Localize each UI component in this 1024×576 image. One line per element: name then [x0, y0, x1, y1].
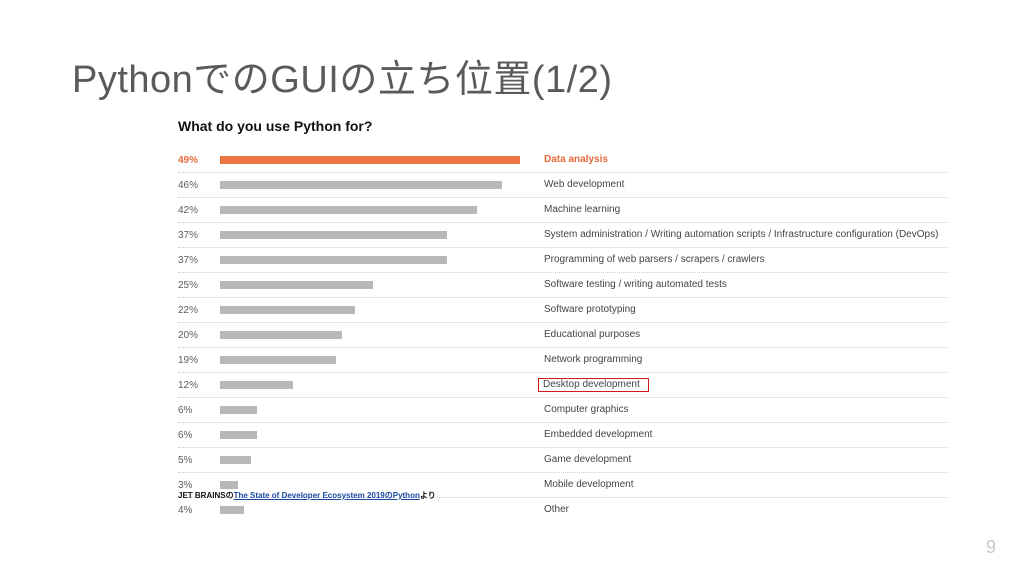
page-number: 9	[986, 537, 996, 558]
chart-row-percent: 12%	[178, 380, 220, 391]
chart-bar	[220, 156, 520, 164]
chart-row: 49% Data analysis	[178, 148, 948, 173]
chart-row-percent: 46%	[178, 180, 220, 191]
chart-row: 22% Software prototyping	[178, 298, 948, 323]
chart-row-percent: 6%	[178, 405, 220, 416]
chart-row-percent: 37%	[178, 230, 220, 241]
chart-row-label: Programming of web parsers / scrapers / …	[542, 253, 767, 267]
chart-bar	[220, 331, 342, 339]
chart-bar	[220, 431, 257, 439]
chart-bar-track	[220, 206, 520, 214]
chart-block: What do you use Python for? 49% Data anal…	[178, 118, 948, 522]
chart-bar	[220, 481, 238, 489]
chart-bar-track	[220, 181, 520, 189]
chart-row-percent: 5%	[178, 455, 220, 466]
chart-bar-track	[220, 481, 520, 489]
chart-bar-track	[220, 506, 520, 514]
chart-row: 46% Web development	[178, 173, 948, 198]
chart-row: 19% Network programming	[178, 348, 948, 373]
chart-title: What do you use Python for?	[178, 118, 948, 134]
chart-row: 20% Educational purposes	[178, 323, 948, 348]
chart-bar-track	[220, 231, 520, 239]
chart-row-percent: 6%	[178, 430, 220, 441]
chart-bar	[220, 356, 336, 364]
chart-bar	[220, 456, 251, 464]
chart-row: 37% Programming of web parsers / scrapers…	[178, 248, 948, 273]
chart-row-label: Mobile development	[542, 478, 636, 492]
source-prefix: JET BRAINSの	[178, 491, 234, 500]
chart-row: 6% Computer graphics	[178, 398, 948, 423]
chart-bar-track	[220, 356, 520, 364]
chart-row-percent: 19%	[178, 355, 220, 366]
chart-row-label: Computer graphics	[542, 403, 630, 417]
slide-title: PythonでのGUIの立ち位置(1/2)	[72, 48, 613, 103]
chart-bar	[220, 206, 477, 214]
chart-bar-track	[220, 331, 520, 339]
chart-row-label: Desktop development	[538, 378, 649, 392]
chart-row-label: Other	[542, 503, 571, 517]
chart-bar-track	[220, 431, 520, 439]
source-suffix: より	[420, 491, 436, 500]
chart-row: 25% Software testing / writing automated …	[178, 273, 948, 298]
chart-row-label: Data analysis	[542, 153, 610, 167]
chart-bar-track	[220, 456, 520, 464]
chart-bar-track	[220, 256, 520, 264]
chart-bar	[220, 381, 293, 389]
chart-row-percent: 37%	[178, 255, 220, 266]
chart-row-label: Embedded development	[542, 428, 654, 442]
chart-row: 12% Desktop development	[178, 373, 948, 398]
chart-bar	[220, 406, 257, 414]
chart-row-label: Network programming	[542, 353, 644, 367]
chart-row: 5% Game development	[178, 448, 948, 473]
chart-bar	[220, 506, 244, 514]
chart-row: 6% Embedded development	[178, 423, 948, 448]
chart-bar-track	[220, 281, 520, 289]
chart-row: 37% System administration / Writing autom…	[178, 223, 948, 248]
chart-row-label: Game development	[542, 453, 633, 467]
chart-row-label: Software prototyping	[542, 303, 638, 317]
chart-row-percent: 49%	[178, 155, 220, 166]
source-line: JET BRAINSのThe State of Developer Ecosys…	[178, 490, 436, 501]
chart-bar-track	[220, 306, 520, 314]
chart-row-percent: 4%	[178, 505, 220, 516]
chart-row-percent: 42%	[178, 205, 220, 216]
chart-row-percent: 3%	[178, 480, 220, 491]
chart-bar-track	[220, 156, 520, 164]
chart-row-label: Educational purposes	[542, 328, 642, 342]
chart-row: 42% Machine learning	[178, 198, 948, 223]
chart-row-percent: 20%	[178, 330, 220, 341]
chart-rows: 49% Data analysis 46% Web development 42% Mac…	[178, 148, 948, 522]
chart-bar	[220, 306, 355, 314]
chart-row: 4% Other	[178, 498, 948, 522]
chart-bar	[220, 256, 447, 264]
source-link[interactable]: The State of Developer Ecosystem 2019のPy…	[234, 491, 420, 500]
chart-row-label: Web development	[542, 178, 626, 192]
chart-bar	[220, 181, 502, 189]
chart-row-percent: 22%	[178, 305, 220, 316]
chart-bar-track	[220, 406, 520, 414]
chart-bar	[220, 231, 447, 239]
chart-row-label: Software testing / writing automated tes…	[542, 278, 729, 292]
chart-row-percent: 25%	[178, 280, 220, 291]
chart-row-label: Machine learning	[542, 203, 622, 217]
chart-bar-track	[220, 381, 520, 389]
chart-bar	[220, 281, 373, 289]
chart-row-label: System administration / Writing automati…	[542, 228, 940, 242]
